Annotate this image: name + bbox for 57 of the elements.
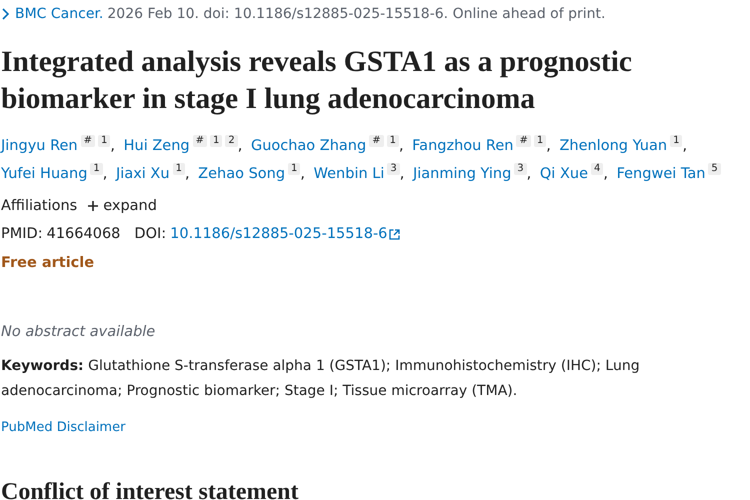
affiliation-mark[interactable]: 5	[708, 163, 721, 175]
affiliation-mark[interactable]: 1	[670, 135, 682, 147]
affiliation-mark[interactable]: 1	[386, 135, 399, 147]
pmid-label: PMID:	[1, 226, 43, 242]
expand-toggle[interactable]: expand	[87, 198, 157, 214]
external-link-icon	[389, 228, 400, 240]
author-link[interactable]: Guochao Zhang	[250, 138, 366, 154]
affiliation-mark[interactable]: #	[192, 135, 207, 147]
doi-link[interactable]: 10.1186/s12885-025-15518-6	[170, 226, 388, 242]
author-link[interactable]: Zehao Song	[198, 166, 286, 182]
author-separator: ,	[238, 138, 242, 154]
affiliation-mark[interactable]: 1	[288, 163, 300, 175]
author-link[interactable]: Jianming Ying	[412, 166, 512, 182]
author-link[interactable]: Jingyu Ren	[1, 138, 78, 154]
pmid-value: 41664068	[46, 226, 120, 242]
affiliation-mark[interactable]: #	[369, 135, 384, 147]
author-link[interactable]: Hui Zeng	[124, 138, 190, 154]
author-separator: ,	[102, 166, 108, 182]
author-separator: ,	[682, 138, 688, 154]
affiliation-mark[interactable]: 1	[172, 163, 185, 175]
author-separator: ,	[603, 166, 608, 182]
author-link[interactable]: Fengwei Tan	[616, 166, 706, 182]
keywords-text: Keywords: Glutathione S-transferase alpha 1 (GSTA1); Immunohistochemistry (IHC); Lung adenocarcinoma; Prognostic biomarker; Stage I; Tissue microarray (TMA).	[1, 357, 641, 401]
author-separator: ,	[526, 166, 532, 182]
article-title: Integrated analysis reveals GSTA1 as a prognostic biomarker in stage I lung adenocarcinoma	[1, 45, 633, 117]
chevron-right-icon	[1, 8, 11, 20]
section-heading: Conflict of interest statement	[1, 479, 300, 500]
affiliation-mark[interactable]: 3	[514, 163, 527, 175]
affiliation-mark[interactable]: 1	[98, 135, 110, 147]
free-article-label: Free article	[1, 255, 94, 271]
author-link[interactable]: Qi Xue	[540, 166, 588, 182]
author-separator: ,	[398, 138, 404, 154]
affiliation-mark[interactable]: #	[516, 135, 531, 147]
affiliation-mark[interactable]: 1	[90, 163, 103, 175]
plus-icon	[87, 200, 100, 212]
journal-link[interactable]: BMC Cancer.	[15, 6, 104, 22]
author-link[interactable]: Jiaxi Xu	[116, 166, 170, 182]
author-link[interactable]: Fangzhou Ren	[412, 138, 514, 154]
affiliation-mark[interactable]: 1	[210, 135, 222, 147]
affiliation-mark[interactable]: 2	[225, 135, 238, 147]
author-link[interactable]: Yufei Huang	[1, 166, 88, 182]
author-separator: ,	[400, 166, 404, 182]
doi-label: DOI:	[134, 226, 166, 242]
citation-details: 2026 Feb 10. doi: 10.1186/s12885-025-15518-6. Online ahead of print.	[107, 6, 606, 22]
author-separator: ,	[184, 166, 190, 182]
affiliation-mark[interactable]: 3	[387, 163, 400, 175]
affiliation-mark[interactable]: 4	[591, 163, 604, 175]
author-link[interactable]: Wenbin Li	[314, 166, 384, 182]
no-abstract-note: No abstract available	[1, 324, 156, 340]
author-separator: ,	[110, 138, 115, 154]
affiliation-mark[interactable]: #	[80, 135, 96, 147]
author-separator: ,	[546, 138, 551, 154]
author-link[interactable]: Zhenlong Yuan	[559, 138, 668, 154]
disclaimer-link[interactable]: PubMed Disclaimer	[1, 420, 126, 435]
author-separator: ,	[300, 166, 306, 182]
affiliations-label: Affiliations	[1, 198, 78, 214]
affiliation-mark[interactable]: 1	[534, 135, 546, 147]
